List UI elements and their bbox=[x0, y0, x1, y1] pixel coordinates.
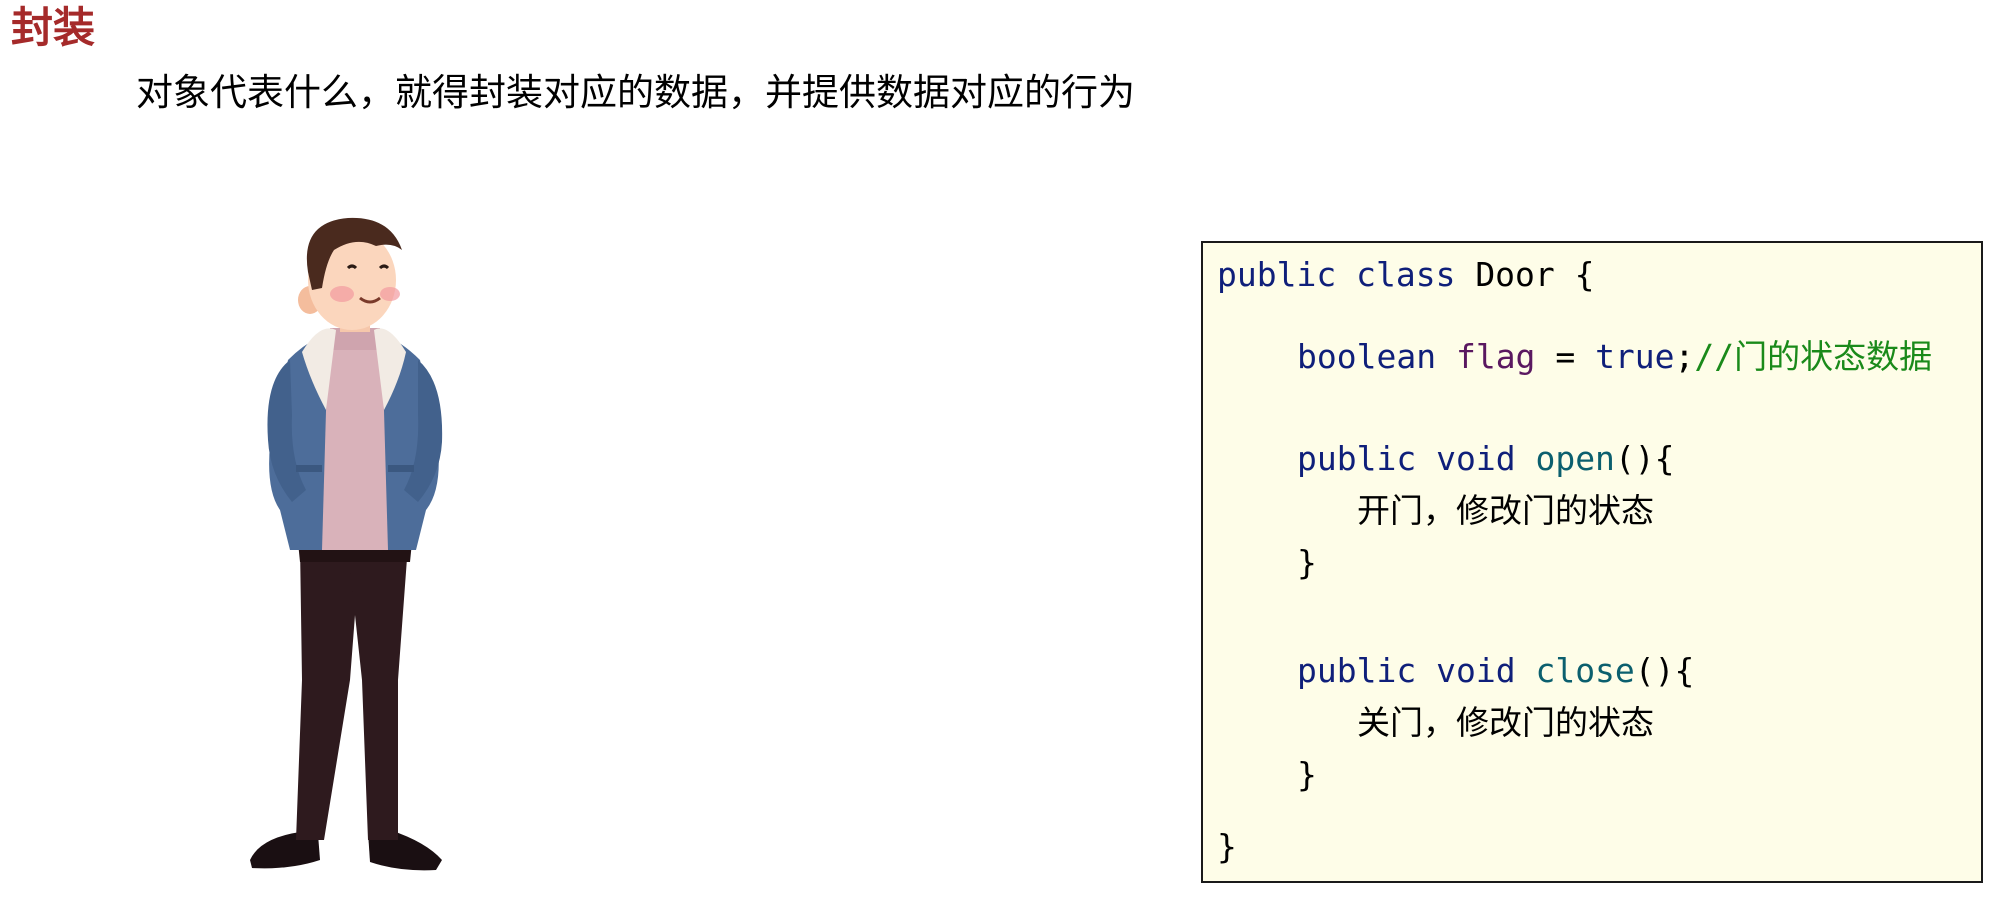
sweater bbox=[322, 342, 388, 550]
method-name-close: close bbox=[1535, 651, 1635, 690]
keyword-public: public bbox=[1297, 439, 1417, 478]
literal-true: true bbox=[1595, 337, 1675, 376]
code-line-close-method: public void close(){ bbox=[1297, 649, 1694, 693]
code-line-field: boolean flag = true;//门的状态数据 bbox=[1297, 335, 1932, 379]
keyword-class: class bbox=[1356, 255, 1456, 294]
keyword-void: void bbox=[1436, 439, 1516, 478]
close-brace: } bbox=[1297, 755, 1317, 794]
code-line-close-body: 关门，修改门的状态 bbox=[1357, 701, 1654, 745]
assign-operator: = bbox=[1555, 337, 1576, 376]
code-line-class-declaration: public class Door { bbox=[1217, 253, 1595, 297]
left-leg bbox=[296, 545, 360, 840]
semicolon: ; bbox=[1674, 337, 1695, 376]
keyword-void: void bbox=[1436, 651, 1516, 690]
code-block: public class Door { boolean flag = true;… bbox=[1201, 241, 1983, 883]
keyword-public: public bbox=[1297, 651, 1417, 690]
code-line-open-body: 开门，修改门的状态 bbox=[1357, 489, 1654, 533]
code-comment: //门的状态数据 bbox=[1694, 337, 1933, 376]
code-line-close-close-brace: } bbox=[1297, 753, 1317, 797]
open-brace: { bbox=[1574, 255, 1595, 294]
close-brace: } bbox=[1297, 543, 1317, 582]
slide-subtitle: 对象代表什么，就得封装对应的数据，并提供数据对应的行为 bbox=[136, 71, 1135, 114]
class-close-brace: } bbox=[1217, 827, 1237, 866]
method-name-open: open bbox=[1535, 439, 1615, 478]
code-line-open-close-brace: } bbox=[1297, 541, 1317, 585]
method-params: (){ bbox=[1634, 651, 1695, 690]
field-name: flag bbox=[1455, 337, 1536, 376]
keyword-boolean: boolean bbox=[1297, 337, 1437, 376]
slide-title: 封装 bbox=[11, 3, 96, 52]
code-line-open-method: public void open(){ bbox=[1297, 437, 1675, 481]
standing-man-illustration bbox=[250, 217, 443, 871]
right-leg bbox=[348, 545, 408, 840]
method-params: (){ bbox=[1614, 439, 1675, 478]
open-body-text: 开门，修改门的状态 bbox=[1357, 491, 1654, 530]
class-name: Door bbox=[1475, 255, 1555, 294]
close-body-text: 关门，修改门的状态 bbox=[1357, 703, 1654, 742]
keyword-public: public bbox=[1217, 255, 1337, 294]
code-line-class-end: } bbox=[1217, 825, 1237, 869]
